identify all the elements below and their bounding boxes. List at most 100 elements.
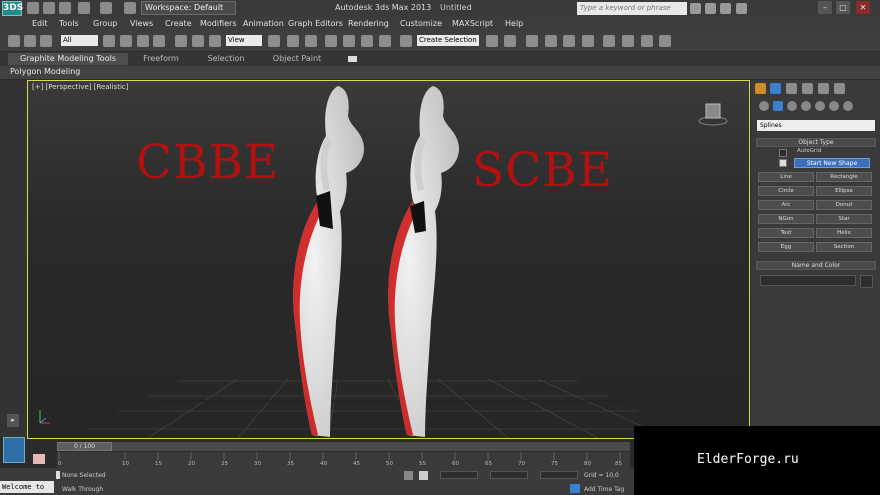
ellipse-button[interactable]: Ellipse [816, 186, 872, 196]
ngon-button[interactable]: NGon [758, 214, 814, 224]
tab-object-paint[interactable]: Object Paint [268, 53, 326, 65]
add-time-tag[interactable]: Add Time Tag [584, 486, 624, 493]
new-file-icon[interactable] [27, 2, 39, 14]
modify-tab-icon[interactable] [770, 83, 781, 94]
utilities-tab-icon[interactable] [834, 83, 845, 94]
autogrid-checkbox[interactable] [779, 149, 787, 157]
geometry-category-icon[interactable] [759, 101, 769, 111]
star-button[interactable]: Star [816, 214, 872, 224]
selection-lock-icon[interactable] [56, 471, 60, 479]
menu-customize[interactable]: Customize [400, 19, 442, 28]
object-name-field[interactable] [760, 275, 856, 286]
edit-named-selection-icon[interactable] [400, 35, 412, 47]
snaps-toggle-icon[interactable] [325, 35, 337, 47]
search-input[interactable]: Type a keyword or phrase [577, 2, 687, 15]
select-and-manipulate-icon[interactable] [287, 35, 299, 47]
menu-graph-editors[interactable]: Graph Editors [288, 19, 343, 28]
save-file-icon[interactable] [59, 2, 71, 14]
lock-selection-icon[interactable] [404, 471, 413, 480]
redo-icon[interactable] [100, 2, 112, 14]
workspace-dropdown[interactable]: Workspace: Default [141, 1, 236, 15]
menu-help[interactable]: Help [505, 19, 523, 28]
select-object-icon[interactable] [103, 35, 115, 47]
reference-coordinate-dropdown[interactable]: View [226, 35, 262, 46]
maximize-button[interactable]: □ [836, 1, 850, 14]
systems-category-icon[interactable] [843, 101, 853, 111]
menu-group[interactable]: Group [93, 19, 117, 28]
start-new-shape-button[interactable]: Start New Shape [794, 158, 870, 168]
angle-snap-icon[interactable] [343, 35, 355, 47]
rendered-frame-window-icon[interactable] [641, 35, 653, 47]
expand-arrow-icon[interactable]: ▸ [7, 414, 19, 427]
menu-create[interactable]: Create [165, 19, 192, 28]
arc-button[interactable]: Arc [758, 200, 814, 210]
percent-snap-icon[interactable] [361, 35, 373, 47]
start-new-shape-checkbox[interactable] [779, 159, 787, 167]
tab-selection[interactable]: Selection [198, 53, 254, 65]
cameras-category-icon[interactable] [801, 101, 811, 111]
select-and-move-icon[interactable] [175, 35, 187, 47]
menu-animation[interactable]: Animation [243, 19, 284, 28]
rectangle-button[interactable]: Rectangle [816, 172, 872, 182]
selection-filter-dropdown[interactable]: All [61, 35, 98, 46]
mini-listener-preview[interactable] [3, 437, 25, 463]
material-editor-icon[interactable] [603, 35, 615, 47]
communication-center-icon[interactable] [705, 3, 716, 14]
menu-tools[interactable]: Tools [59, 19, 79, 28]
maxscript-listener-input[interactable]: Welcome to [0, 481, 54, 493]
curve-editor-icon[interactable] [563, 35, 575, 47]
category-dropdown[interactable]: Splines [757, 120, 875, 131]
unlink-icon[interactable] [24, 35, 36, 47]
egg-button[interactable]: Egg [758, 242, 814, 252]
bind-space-warp-icon[interactable] [40, 35, 52, 47]
project-folder-icon[interactable] [124, 2, 136, 14]
select-and-rotate-icon[interactable] [192, 35, 204, 47]
circle-button[interactable]: Circle [758, 186, 814, 196]
create-tab-icon[interactable] [755, 83, 766, 94]
lights-category-icon[interactable] [787, 101, 797, 111]
helix-button[interactable]: Helix [816, 228, 872, 238]
open-file-icon[interactable] [43, 2, 55, 14]
section-button[interactable]: Section [816, 242, 872, 252]
time-tag-icon[interactable] [570, 484, 580, 493]
mirror-icon[interactable] [486, 35, 498, 47]
layer-manager-icon[interactable] [526, 35, 538, 47]
undo-icon[interactable] [78, 2, 90, 14]
polygon-modeling-panel[interactable]: Polygon Modeling [10, 67, 80, 76]
hierarchy-tab-icon[interactable] [786, 83, 797, 94]
close-button[interactable]: ✕ [856, 1, 870, 14]
menu-views[interactable]: Views [130, 19, 153, 28]
object-type-rollout[interactable]: Object Type [756, 138, 876, 147]
tab-graphite-modeling-tools[interactable]: Graphite Modeling Tools [8, 53, 128, 65]
maxscript-mini-icon[interactable] [33, 454, 45, 464]
select-and-link-icon[interactable] [8, 35, 20, 47]
minimize-button[interactable]: – [818, 1, 832, 14]
select-and-scale-icon[interactable] [209, 35, 221, 47]
graphite-toggle-icon[interactable] [545, 35, 557, 47]
y-coordinate-field[interactable] [490, 471, 528, 479]
menu-rendering[interactable]: Rendering [348, 19, 389, 28]
time-slider-track[interactable] [57, 442, 630, 451]
donut-button[interactable]: Donut [816, 200, 872, 210]
tab-freeform[interactable]: Freeform [137, 53, 185, 65]
text-button[interactable]: Text [758, 228, 814, 238]
align-icon[interactable] [504, 35, 516, 47]
motion-tab-icon[interactable] [802, 83, 813, 94]
menu-maxscript[interactable]: MAXScript [452, 19, 493, 28]
shapes-category-icon[interactable] [773, 101, 783, 111]
helpers-category-icon[interactable] [815, 101, 825, 111]
perspective-viewport[interactable]: [+] [Perspective] [Realistic] CBBE SCBE [27, 80, 750, 439]
x-coordinate-field[interactable] [440, 471, 478, 479]
absolute-mode-icon[interactable] [419, 471, 428, 480]
ribbon-options-icon[interactable] [348, 56, 357, 62]
named-selection-dropdown[interactable]: Create Selection [417, 35, 479, 46]
binoculars-icon[interactable] [690, 3, 701, 14]
help-icon[interactable] [736, 3, 747, 14]
time-slider-thumb[interactable]: 0 / 100 [57, 442, 112, 451]
z-coordinate-field[interactable] [540, 471, 578, 479]
viewcube-icon[interactable] [696, 99, 732, 129]
render-production-icon[interactable] [659, 35, 671, 47]
window-crossing-icon[interactable] [153, 35, 165, 47]
line-button[interactable]: Line [758, 172, 814, 182]
spinner-snap-icon[interactable] [379, 35, 391, 47]
